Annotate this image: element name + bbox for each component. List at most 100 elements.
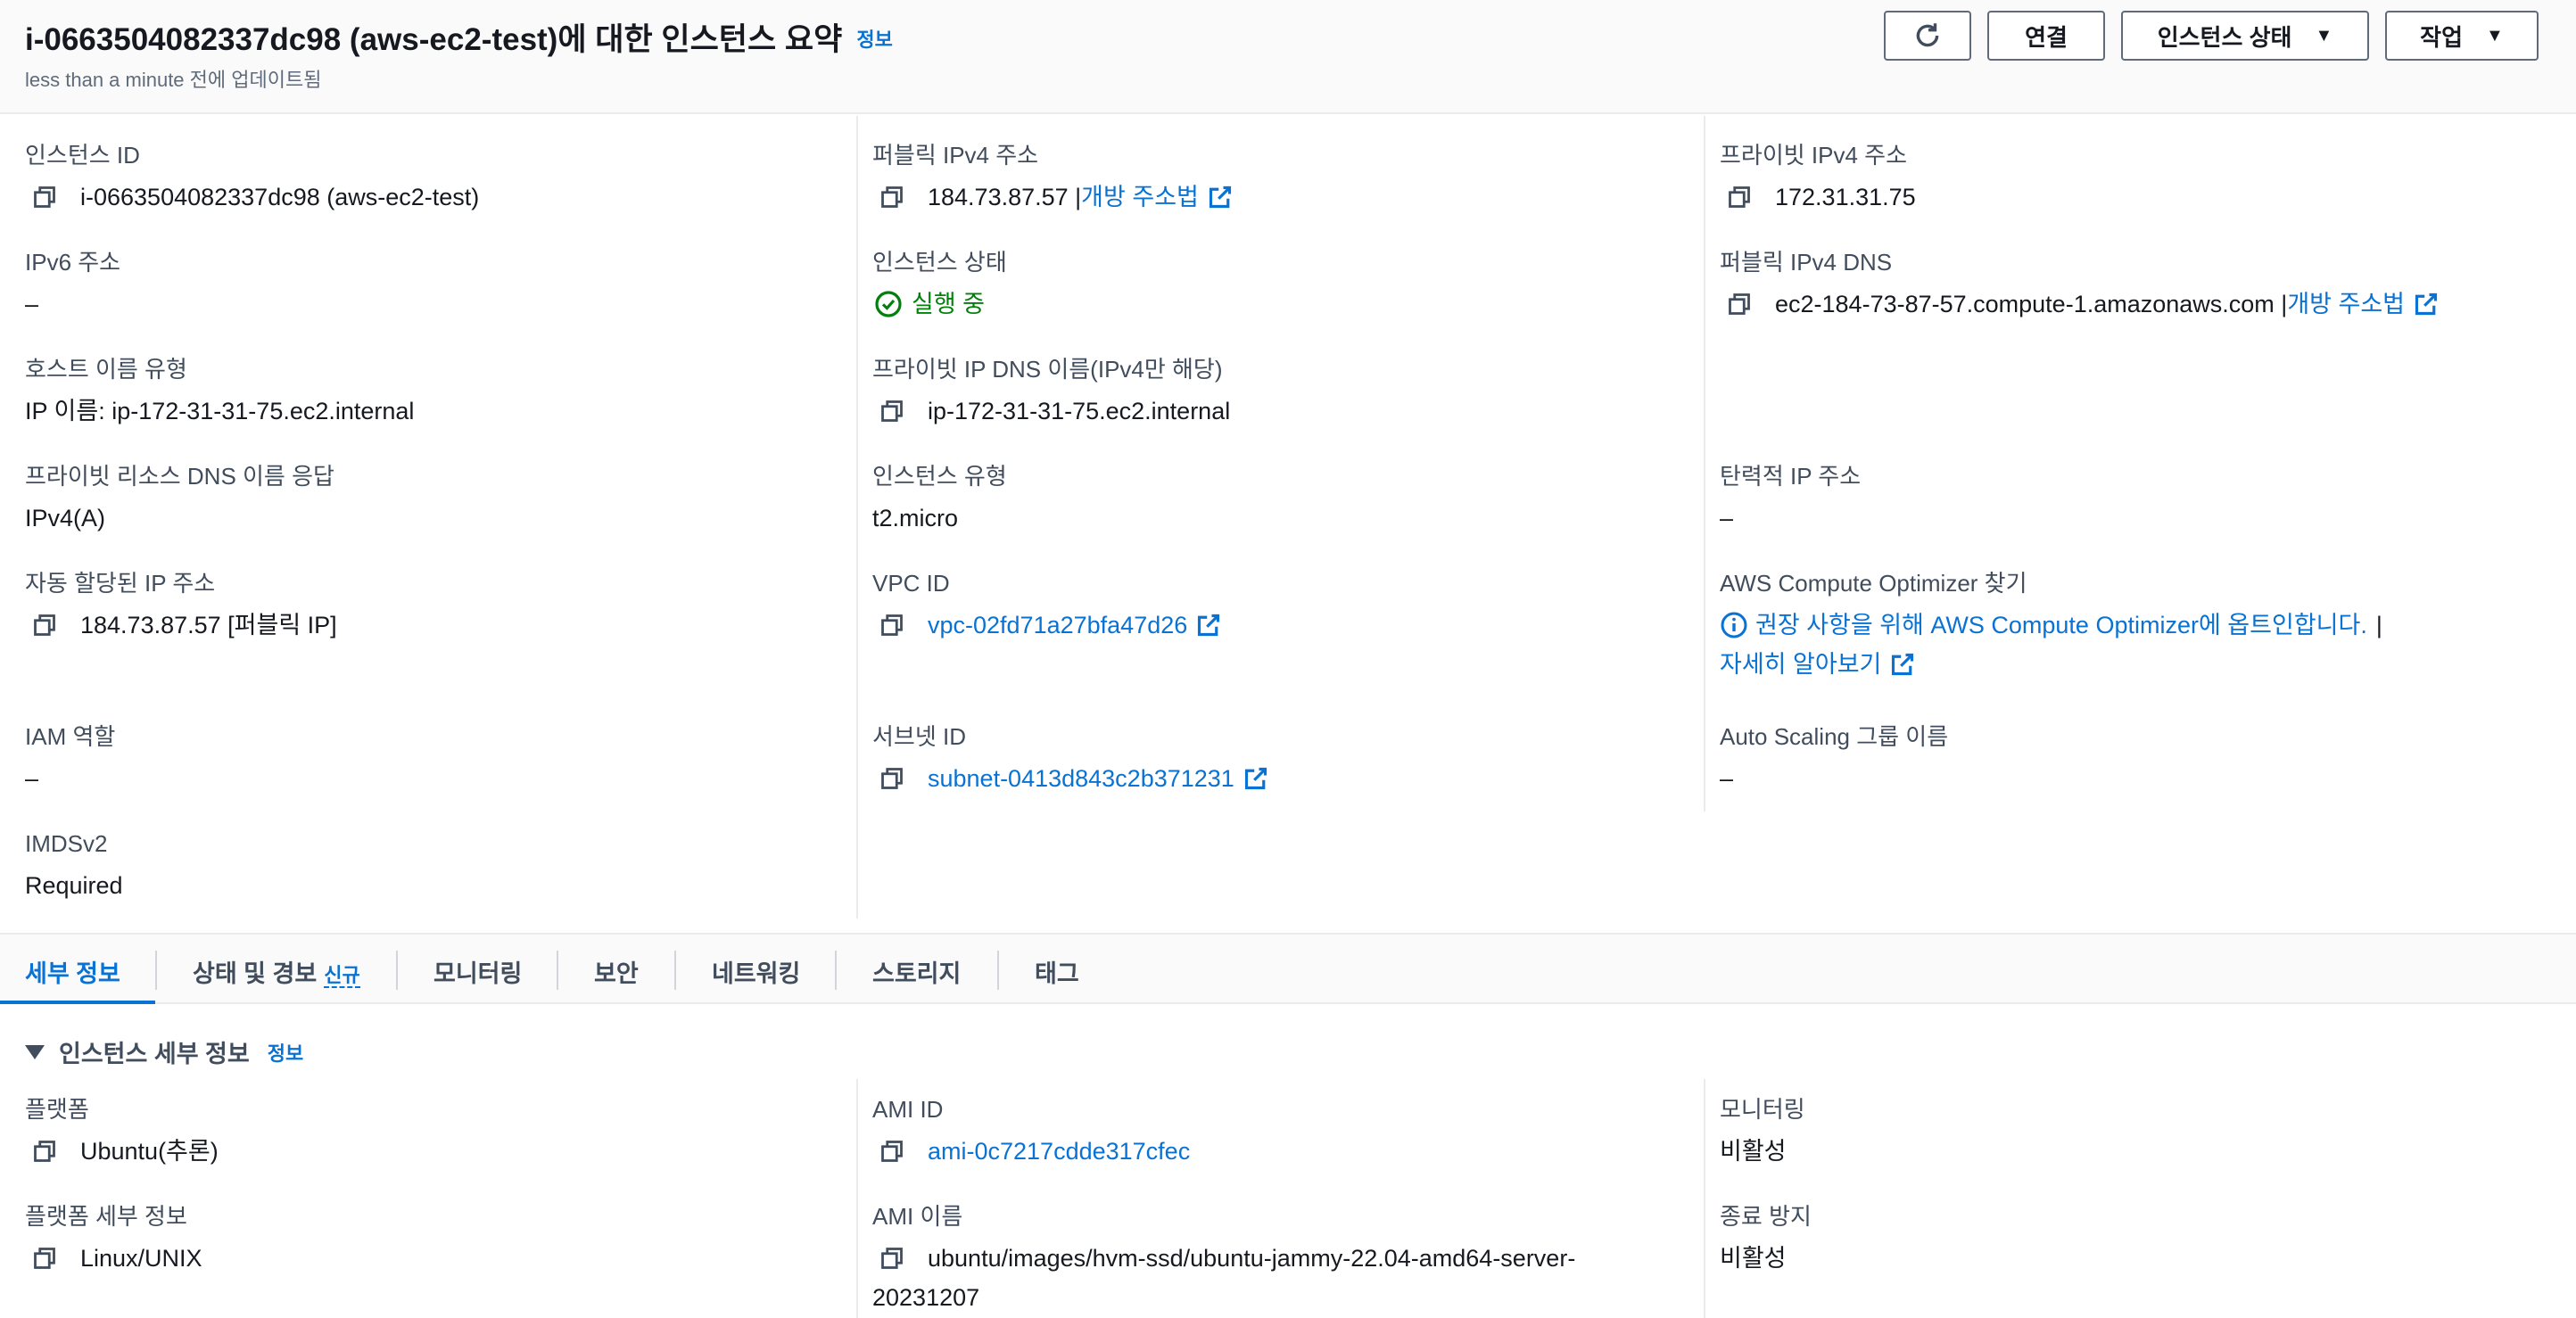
info-link[interactable]: 정보 xyxy=(268,1038,303,1067)
field-value: – xyxy=(1720,505,1734,531)
external-link-icon[interactable] xyxy=(2414,292,2439,317)
external-link-icon[interactable] xyxy=(1208,185,1233,210)
optimizer-opt-in-link[interactable]: 권장 사항을 위해 AWS Compute Optimizer에 옵트인합니다. xyxy=(1755,610,2367,640)
copy-icon[interactable] xyxy=(1727,185,1752,210)
field-value: ami-0c7217cdde317cfec xyxy=(872,1136,1190,1166)
field-auto-assigned-ip: 자동 할당된 IP 주소 184.73.87.57 [퍼블릭 IP] xyxy=(25,569,337,640)
info-link[interactable]: 정보 xyxy=(856,29,892,51)
page-title: i-0663504082337dc98 (aws-ec2-test)에 대한 인… xyxy=(25,14,893,60)
field-instance-state: 인스턴스 상태 실행 중 xyxy=(872,248,1007,319)
tab-status-alarms[interactable]: 상태 및 경보 신규 xyxy=(193,954,360,989)
section-title-text: 인스턴스 세부 정보 xyxy=(59,1041,250,1067)
copy-icon[interactable] xyxy=(879,185,904,210)
field-value: subnet-0413d843c2b371231 xyxy=(872,763,1268,794)
field-value: 비활성 xyxy=(1720,1245,1787,1272)
field-private-dns-answer: 프라이빗 리소스 DNS 이름 응답 IPv4(A) xyxy=(25,462,334,533)
field-label: 호스트 이름 유형 xyxy=(25,356,187,383)
field-label: 탄력적 IP 주소 xyxy=(1720,463,1862,490)
field-value: 184.73.87.57 [퍼블릭 IP] xyxy=(25,610,337,640)
field-value: 172.31.31.75 xyxy=(1720,182,1916,212)
tab-tags[interactable]: 태그 xyxy=(1035,954,1079,989)
field-compute-optimizer: AWS Compute Optimizer 찾기 권장 사항을 위해 AWS C… xyxy=(1720,569,2382,680)
field-label: IAM 역할 xyxy=(25,723,116,750)
field-label: 프라이빗 리소스 DNS 이름 응답 xyxy=(25,463,334,490)
instance-state-dropdown[interactable]: 인스턴스 상태 ▼ xyxy=(2121,11,2369,61)
field-public-ipv4: 퍼블릭 IPv4 주소 184.73.87.57 | 개방 주소법 xyxy=(872,141,1233,212)
tab-details[interactable]: 세부 정보 xyxy=(25,954,120,989)
vpc-id-link[interactable]: vpc-02fd71a27bfa47d26 xyxy=(928,610,1187,640)
tab-security[interactable]: 보안 xyxy=(594,954,639,989)
instance-state-value: 실행 중 xyxy=(912,291,986,317)
tab-networking[interactable]: 네트워킹 xyxy=(712,954,800,989)
connect-button-label: 연결 xyxy=(2025,23,2068,51)
column-divider xyxy=(856,116,858,918)
refresh-icon xyxy=(1916,23,1939,47)
copy-icon[interactable] xyxy=(32,613,57,638)
open-address-link[interactable]: 개방 주소법 xyxy=(1081,182,1199,212)
copy-icon[interactable] xyxy=(879,613,904,638)
field-value: ubuntu/images/hvm-ssd/ubuntu-jammy-22.04… xyxy=(872,1243,1575,1273)
field-value-line2: 자세히 알아보기 xyxy=(1720,649,2382,680)
instance-summary xyxy=(0,116,2576,931)
copy-icon[interactable] xyxy=(32,1246,57,1271)
field-value: Required xyxy=(25,872,123,899)
field-value: IPv4(A) xyxy=(25,505,106,531)
page-title-text: i-0663504082337dc98 (aws-ec2-test)에 대한 인… xyxy=(25,22,843,57)
copy-icon[interactable] xyxy=(879,399,904,424)
field-instance-id: 인스턴스 ID i-0663504082337dc98 (aws-ec2-tes… xyxy=(25,141,479,212)
info-circle-icon xyxy=(1721,612,1747,638)
field-private-ipv4: 프라이빗 IPv4 주소 172.31.31.75 xyxy=(1720,141,1916,212)
copy-icon[interactable] xyxy=(32,185,57,210)
field-instance-type: 인스턴스 유형 t2.micro xyxy=(872,462,1007,533)
field-label: 프라이빗 IP DNS 이름(IPv4만 해당) xyxy=(872,356,1223,383)
learn-more-link[interactable]: 자세히 알아보기 xyxy=(1720,649,1881,680)
field-autoscaling-group: Auto Scaling 그룹 이름 – xyxy=(1720,722,1948,794)
external-link-icon[interactable] xyxy=(1243,766,1268,791)
subnet-id-link[interactable]: subnet-0413d843c2b371231 xyxy=(928,763,1234,794)
field-value: vpc-02fd71a27bfa47d26 xyxy=(872,610,1221,640)
field-label: 자동 할당된 IP 주소 xyxy=(25,570,216,597)
field-label: 종료 방지 xyxy=(1720,1203,1812,1230)
tab-separator xyxy=(396,951,398,990)
copy-icon[interactable] xyxy=(32,1139,57,1164)
tab-separator xyxy=(835,951,837,990)
field-label: 퍼블릭 IPv4 DNS xyxy=(1720,249,1893,276)
refresh-button[interactable] xyxy=(1884,11,1971,61)
field-value: i-0663504082337dc98 (aws-ec2-test) xyxy=(25,182,479,212)
external-link-icon[interactable] xyxy=(1890,652,1915,677)
field-value: 실행 중 xyxy=(872,289,1007,319)
field-value: 권장 사항을 위해 AWS Compute Optimizer에 옵트인합니다.… xyxy=(1720,610,2382,640)
ami-id-link[interactable]: ami-0c7217cdde317cfec xyxy=(928,1136,1190,1166)
field-termination-protection: 종료 방지 비활성 xyxy=(1720,1202,1812,1273)
connect-button[interactable]: 연결 xyxy=(1987,11,2105,61)
separator: | xyxy=(2375,612,2382,638)
platform-details-value: Linux/UNIX xyxy=(80,1245,202,1272)
open-address-link[interactable]: 개방 주소법 xyxy=(2287,289,2405,319)
actions-dropdown[interactable]: 작업 ▼ xyxy=(2385,11,2539,61)
caret-down-icon: ▼ xyxy=(2315,25,2333,45)
field-label: 인스턴스 상태 xyxy=(872,249,1007,276)
field-label: 서브넷 ID xyxy=(872,723,966,750)
field-platform: 플랫폼 Ubuntu(추론) xyxy=(25,1095,219,1166)
active-tab-indicator xyxy=(0,1001,155,1004)
field-public-dns: 퍼블릭 IPv4 DNS ec2-184-73-87-57.compute-1.… xyxy=(1720,248,2439,319)
copy-icon[interactable] xyxy=(879,1246,904,1271)
copy-icon[interactable] xyxy=(1727,292,1752,317)
last-updated-text: less than a minute 전에 업데이트됨 xyxy=(25,69,322,91)
public-dns-value: ec2-184-73-87-57.compute-1.amazonaws.com… xyxy=(1775,291,2288,317)
field-value: – xyxy=(25,291,39,317)
field-imdsv2: IMDSv2 Required xyxy=(25,829,123,901)
copy-icon[interactable] xyxy=(879,766,904,791)
new-badge: 신규 xyxy=(324,964,360,988)
field-monitoring: 모니터링 비활성 xyxy=(1720,1095,1805,1166)
check-circle-icon xyxy=(875,291,902,317)
field-label: 인스턴스 유형 xyxy=(872,463,1007,490)
field-label: 모니터링 xyxy=(1720,1096,1805,1123)
external-link-icon[interactable] xyxy=(1196,613,1221,638)
copy-icon[interactable] xyxy=(879,1139,904,1164)
tab-monitoring[interactable]: 모니터링 xyxy=(433,954,522,989)
field-label: AMI 이름 xyxy=(872,1203,963,1230)
field-subnet-id: 서브넷 ID subnet-0413d843c2b371231 xyxy=(872,722,1268,794)
instance-details-toggle[interactable]: 인스턴스 세부 정보 정보 xyxy=(25,1034,303,1069)
tab-storage[interactable]: 스토리지 xyxy=(872,954,961,989)
